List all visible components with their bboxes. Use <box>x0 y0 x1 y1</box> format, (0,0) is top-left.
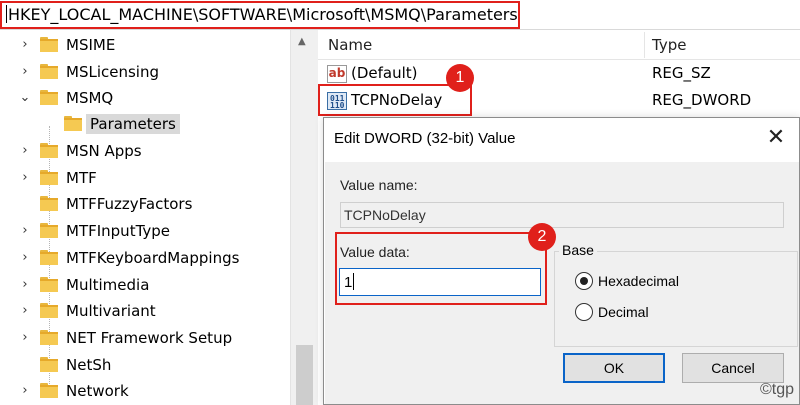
folder-icon <box>40 383 58 398</box>
dialog-title: Edit DWORD (32-bit) Value <box>334 130 516 147</box>
tree-item-msmq[interactable]: ⌄ MSMQ <box>0 85 290 112</box>
edit-dword-dialog: Edit DWORD (32-bit) Value ✕ Value name: … <box>323 117 800 405</box>
scrollbar-thumb[interactable] <box>296 345 313 405</box>
value-type: REG_DWORD <box>652 91 752 109</box>
folder-icon <box>40 170 58 185</box>
tree-item-mtfkeyboardmappings[interactable]: › MTFKeyboardMappings <box>0 245 290 272</box>
chevron-right-icon[interactable]: › <box>18 384 32 398</box>
tree-item-label: Multimedia <box>66 276 150 294</box>
close-icon[interactable]: ✕ <box>759 124 793 154</box>
tree-item-msn-apps[interactable]: › MSN Apps <box>0 138 290 165</box>
chevron-right-icon[interactable]: › <box>18 144 32 158</box>
folder-icon <box>40 143 58 158</box>
base-label: Base <box>559 242 597 258</box>
folder-icon <box>40 250 58 265</box>
registry-tree: › MSIME › MSLicensing ⌄ MSMQ Parameters … <box>0 30 318 405</box>
decimal-label[interactable]: Decimal <box>598 304 649 320</box>
tree-item-label: MTFInputType <box>66 222 171 240</box>
tree-item-netsh[interactable]: NetSh <box>0 352 290 379</box>
tree-item-msime[interactable]: › MSIME <box>0 32 290 59</box>
tree-item-label: MSMQ <box>66 89 114 107</box>
tree-item-multimedia[interactable]: › Multimedia <box>0 272 290 299</box>
folder-icon <box>40 303 58 318</box>
folder-icon <box>40 37 58 52</box>
tcpnodelay-highlight <box>318 84 472 116</box>
text-caret <box>353 273 355 290</box>
folder-icon <box>40 330 58 345</box>
tree-item-label: Network <box>66 382 129 400</box>
chevron-down-icon[interactable]: ⌄ <box>18 91 32 105</box>
tree-item-label: MTFKeyboardMappings <box>66 249 240 267</box>
folder-icon <box>40 196 58 211</box>
tree-item-label: MSN Apps <box>66 142 142 160</box>
value-name-label: Value name: <box>340 177 418 193</box>
folder-icon <box>40 277 58 292</box>
tree-item-label: Parameters <box>86 114 180 134</box>
text-caret <box>6 5 7 23</box>
callout-badge-1: 1 <box>446 64 474 92</box>
cancel-button[interactable]: Cancel <box>682 353 784 383</box>
value-data-label: Value data: <box>340 244 410 260</box>
tree-item-label: NetSh <box>66 356 112 374</box>
folder-icon <box>40 223 58 238</box>
chevron-right-icon[interactable]: › <box>18 278 32 292</box>
tree-item-network[interactable]: › Network <box>0 378 290 405</box>
address-bar[interactable]: HKEY_LOCAL_MACHINE\SOFTWARE\Microsoft\MS… <box>0 0 800 30</box>
tree-item-mtf[interactable]: › MTF <box>0 165 290 192</box>
hexadecimal-label[interactable]: Hexadecimal <box>598 273 679 289</box>
address-path-highlight[interactable]: HKEY_LOCAL_MACHINE\SOFTWARE\Microsoft\MS… <box>0 1 520 29</box>
tree-scrollbar[interactable]: ▲ <box>290 30 318 405</box>
tree-item-label: MSLicensing <box>66 63 159 81</box>
chevron-right-icon[interactable]: › <box>18 224 32 238</box>
value-data-text[interactable]: 1 <box>344 274 352 291</box>
value-name: (Default) <box>351 64 418 82</box>
scroll-up-icon[interactable]: ▲ <box>298 36 306 47</box>
hexadecimal-radio[interactable] <box>575 272 593 290</box>
tree-item-label: MTF <box>66 169 97 187</box>
folder-icon <box>40 64 58 79</box>
tree-item-label: NET Framework Setup <box>66 329 233 347</box>
column-header-type[interactable]: Type <box>652 36 686 54</box>
value-data-input[interactable]: 1 <box>339 268 541 296</box>
chevron-right-icon[interactable]: › <box>18 38 32 52</box>
tree-item-label: Multivariant <box>66 302 156 320</box>
tree-item-parameters[interactable]: Parameters <box>0 111 290 138</box>
folder-icon <box>64 116 82 131</box>
watermark: ©tgp <box>759 381 794 398</box>
tree-item-mslicensing[interactable]: › MSLicensing <box>0 59 290 86</box>
dialog-body: Value name: TCPNoDelay Value data: 1 Bas… <box>325 162 799 404</box>
decimal-radio[interactable] <box>575 303 593 321</box>
column-header-name[interactable]: Name <box>328 36 372 54</box>
value-name-field[interactable]: TCPNoDelay <box>340 202 784 228</box>
folder-open-icon <box>40 90 58 105</box>
tree-item-label: MSIME <box>66 36 116 54</box>
chevron-right-icon[interactable]: › <box>18 304 32 318</box>
chevron-right-icon[interactable]: › <box>18 331 32 345</box>
tree-item-net-framework-setup[interactable]: › NET Framework Setup <box>0 325 290 352</box>
chevron-right-icon[interactable]: › <box>18 251 32 265</box>
address-path[interactable]: HKEY_LOCAL_MACHINE\SOFTWARE\Microsoft\MS… <box>8 5 518 24</box>
callout-badge-2: 2 <box>528 223 556 251</box>
tree-item-mtffuzzyfactors[interactable]: MTFFuzzyFactors <box>0 191 290 218</box>
chevron-right-icon[interactable]: › <box>18 65 32 79</box>
value-type: REG_SZ <box>652 64 711 82</box>
ok-button[interactable]: OK <box>563 353 665 383</box>
column-separator[interactable] <box>644 32 645 58</box>
base-group <box>554 251 798 347</box>
tree-item-multivariant[interactable]: › Multivariant <box>0 298 290 325</box>
string-value-icon: ab <box>327 65 347 83</box>
tree-item-label: MTFFuzzyFactors <box>66 195 193 213</box>
radio-selected-dot <box>580 277 588 285</box>
list-header: Name Type <box>318 30 800 60</box>
tree-item-mtfinputtype[interactable]: › MTFInputType <box>0 218 290 245</box>
chevron-right-icon[interactable]: › <box>18 171 32 185</box>
folder-icon <box>40 357 58 372</box>
